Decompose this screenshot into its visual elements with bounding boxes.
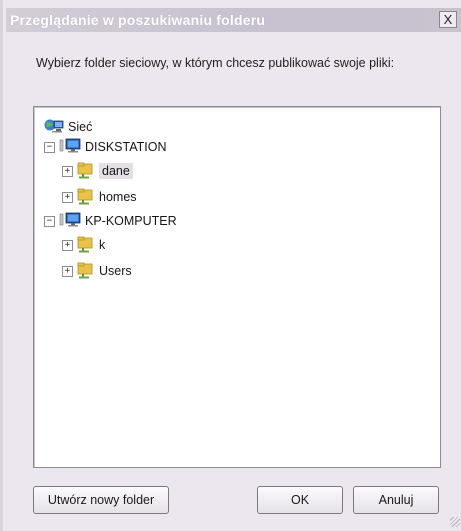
- new-folder-button[interactable]: Utwórz nowy folder: [33, 486, 169, 514]
- cancel-button[interactable]: Anuluj: [353, 486, 439, 514]
- expand-toggle[interactable]: +: [62, 191, 73, 203]
- tree-item-label: homes: [99, 190, 137, 204]
- tree-item-label: Sieć: [68, 120, 93, 134]
- tree-item-label: Users: [99, 264, 132, 278]
- shared-folder-icon: [77, 261, 95, 282]
- shared-folder-icon: [77, 235, 95, 256]
- browse-folder-dialog: Przeglądanie w poszukiwaniu folderu X Wy…: [0, 0, 461, 531]
- computer-icon: [59, 212, 81, 231]
- expand-toggle[interactable]: +: [62, 239, 73, 251]
- tree-item-users[interactable]: + Users: [62, 261, 132, 281]
- tree-item-diskstation[interactable]: − DISKSTATION: [44, 137, 167, 157]
- collapse-toggle[interactable]: −: [44, 215, 55, 227]
- close-button[interactable]: X: [439, 11, 457, 28]
- instruction-text: Wybierz folder sieciowy, w którym chcesz…: [36, 56, 395, 70]
- expand-toggle[interactable]: +: [62, 265, 73, 277]
- network-icon: [44, 118, 64, 137]
- tree-item-network[interactable]: Sieć: [44, 117, 92, 137]
- tree-item-kp-komputer[interactable]: − KP-KOMPUTER: [44, 211, 177, 231]
- tree-item-label: KP-KOMPUTER: [85, 214, 177, 228]
- shared-folder-icon: [77, 187, 95, 208]
- collapse-toggle[interactable]: −: [44, 141, 55, 153]
- resize-grip[interactable]: [450, 517, 460, 527]
- tree-item-k[interactable]: + k: [62, 235, 105, 255]
- window-title: Przeglądanie w poszukiwaniu folderu: [10, 12, 266, 28]
- folder-tree[interactable]: Sieć − DISKSTATION + dane + homes − KP-K…: [33, 106, 441, 468]
- tree-item-homes[interactable]: + homes: [62, 187, 137, 207]
- tree-item-label: dane: [99, 163, 133, 179]
- title-bar[interactable]: Przeglądanie w poszukiwaniu folderu X: [6, 8, 461, 32]
- tree-item-label: DISKSTATION: [85, 140, 167, 154]
- tree-item-label: k: [99, 238, 106, 252]
- shared-folder-icon: [77, 161, 95, 182]
- ok-button[interactable]: OK: [257, 486, 343, 514]
- expand-toggle[interactable]: +: [62, 165, 73, 177]
- tree-item-dane[interactable]: + dane: [62, 161, 133, 181]
- computer-icon: [59, 138, 81, 157]
